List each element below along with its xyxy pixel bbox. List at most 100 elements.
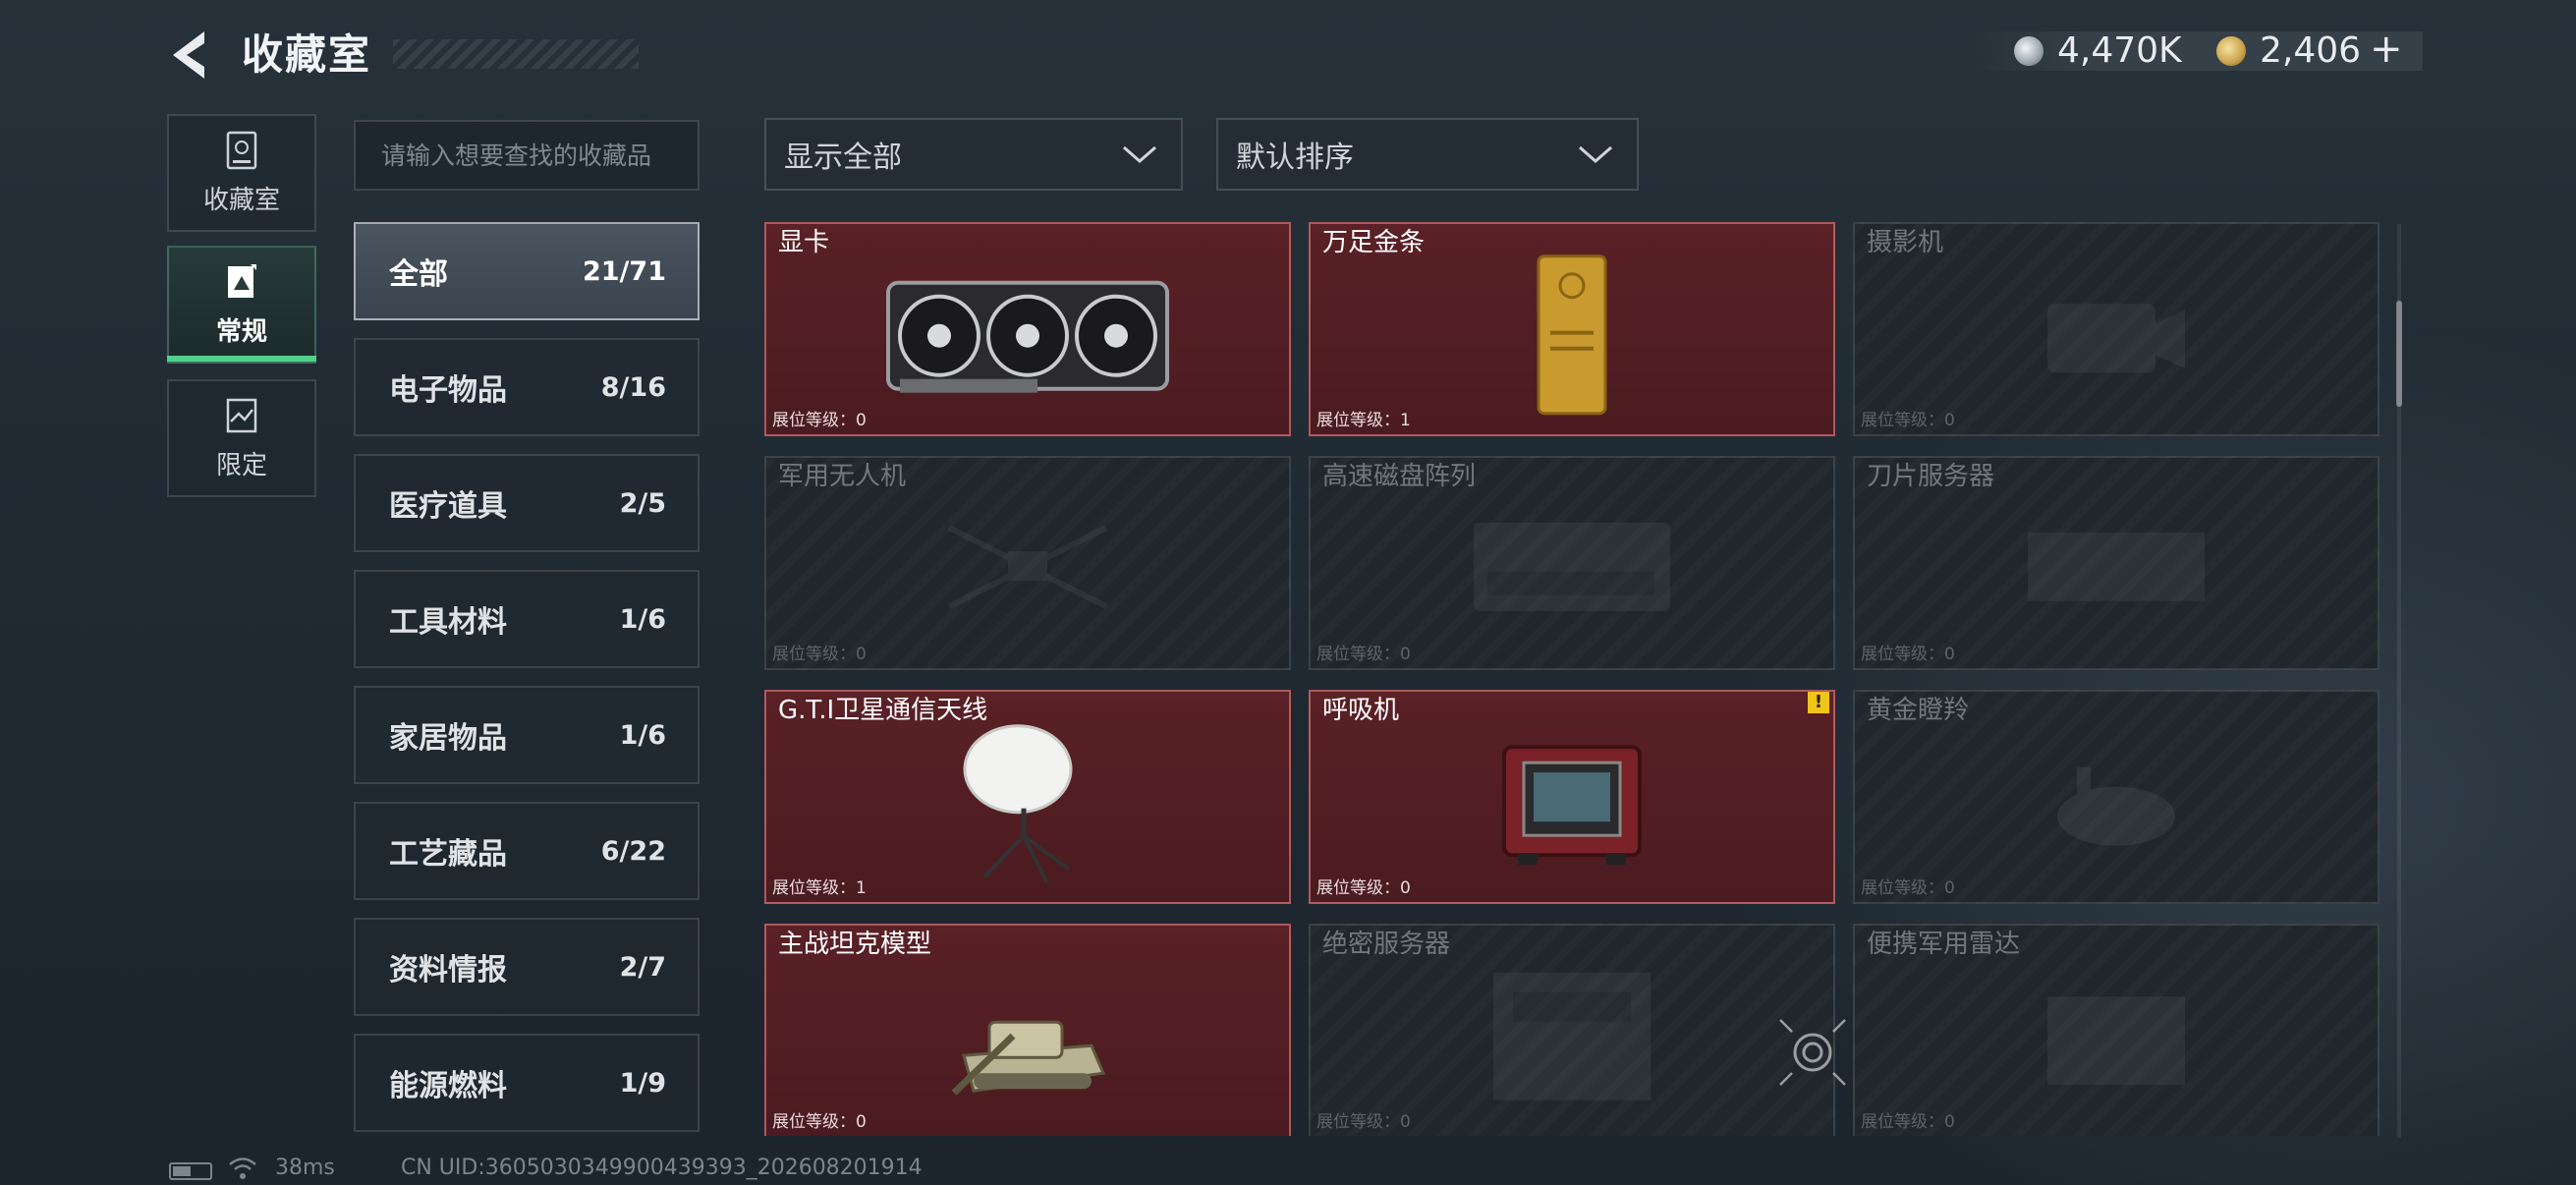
sort-dropdown[interactable]: 默认排序 (1216, 118, 1639, 191)
item-level: 展位等级：0 (1861, 409, 1955, 432)
chevron-down-icon (1579, 145, 1612, 163)
category-count: 6/22 (600, 835, 666, 867)
collection-item-card[interactable]: 显卡展位等级：0 (764, 222, 1291, 436)
item-level-label: 展位等级： (1861, 411, 1944, 430)
disk-array-image (1464, 513, 1680, 625)
item-level-label: 展位等级： (1861, 645, 1944, 664)
item-level-label: 展位等级： (1316, 645, 1400, 664)
item-level-value: 0 (856, 1112, 867, 1132)
item-level-value: 0 (1944, 1112, 1955, 1132)
chevron-down-icon (1123, 145, 1156, 163)
wifi-icon (229, 1157, 256, 1179)
regular-icon (228, 263, 256, 298)
category-name: 全部 (389, 257, 448, 292)
gold-coin-icon (2216, 36, 2246, 66)
title-decoration (393, 39, 639, 69)
gold-bar-image (1533, 253, 1611, 423)
side-tab-label: 限定 (215, 450, 267, 480)
item-name: 高速磁盘阵列 (1322, 462, 1477, 491)
category-item[interactable]: 资料情报 2/7 (354, 918, 700, 1016)
filter-dropdown[interactable]: 显示全部 (764, 118, 1183, 191)
category-item[interactable]: 工具材料 1/6 (354, 570, 700, 668)
category-item[interactable]: 电子物品 8/16 (354, 338, 700, 436)
category-count: 1/9 (619, 1067, 666, 1099)
collection-item-card[interactable]: 摄影机展位等级：0 (1853, 222, 2380, 436)
item-level-value: 0 (1400, 878, 1411, 898)
collection-item-card[interactable]: 呼吸机 展位等级：0! (1309, 690, 1835, 904)
category-count: 1/6 (619, 719, 666, 751)
item-name: G.T.I卫星通信天线 (778, 696, 988, 725)
item-level-label: 展位等级： (772, 878, 856, 898)
satellite-dish-image (959, 720, 1096, 891)
category-name: 工艺藏品 (389, 837, 507, 872)
collection-item-card[interactable]: 万足金条 展位等级：1 (1309, 222, 1835, 436)
item-level: 展位等级：1 (1316, 409, 1411, 432)
category-name: 医疗道具 (389, 489, 507, 524)
add-currency-button[interactable]: + (2370, 28, 2403, 71)
category-item[interactable]: 家居物品 1/6 (354, 686, 700, 784)
collection-item-card[interactable]: 高速磁盘阵列展位等级：0 (1309, 456, 1835, 670)
category-name: 资料情报 (389, 953, 507, 988)
scrollbar-thumb[interactable] (2396, 301, 2402, 407)
collection-item-card[interactable]: 军用无人机 展位等级：0 (764, 456, 1291, 670)
item-name: 摄影机 (1867, 228, 1944, 257)
item-level-label: 展位等级： (1316, 411, 1400, 430)
limited-icon (226, 398, 257, 432)
item-level: 展位等级：0 (1316, 876, 1411, 900)
collection-item-card[interactable]: 主战坦克模型展位等级：0 (764, 924, 1291, 1136)
floating-target-button[interactable] (1776, 1016, 1849, 1089)
server-image (1474, 963, 1670, 1114)
category-item[interactable]: 医疗道具 2/5 (354, 454, 700, 552)
item-name: 主战坦克模型 (778, 930, 932, 959)
category-item[interactable]: 能源燃料 1/9 (354, 1034, 700, 1132)
ventilator-image (1498, 733, 1646, 875)
side-tab-regular[interactable]: 常规 (167, 246, 316, 364)
item-level-value: 0 (1400, 1112, 1411, 1132)
item-name: 便携军用雷达 (1867, 930, 2021, 959)
user-uid: CN UID:3605030349900439393_202608201914 (401, 1156, 923, 1180)
item-level-value: 1 (856, 878, 867, 898)
collection-item-card[interactable]: 黄金瞪羚 展位等级：0 (1853, 690, 2380, 904)
item-level-value: 0 (1944, 411, 1955, 430)
item-name: 显卡 (778, 228, 830, 257)
side-tab-limited[interactable]: 限定 (167, 379, 316, 497)
collection-grid: 显卡 展位等级：0 万足金条 展位等级：1 摄影机 展位等级：0 军用无人机 展位等级：0 高速… (764, 222, 2385, 1136)
category-count: 2/7 (619, 951, 666, 983)
back-button[interactable] (165, 28, 224, 83)
item-name: 刀片服务器 (1867, 462, 1995, 491)
silver-coin-amount: 4,470K (2057, 30, 2182, 71)
item-level: 展位等级：0 (1316, 1110, 1411, 1134)
item-level: 展位等级：0 (1861, 876, 1955, 900)
item-level-label: 展位等级： (772, 1112, 856, 1132)
item-level-value: 1 (1400, 411, 1411, 430)
collection-item-card[interactable]: 刀片服务器展位等级：0 (1853, 456, 2380, 670)
drone-image (929, 508, 1126, 630)
collection-item-card[interactable]: 便携军用雷达 展位等级：0 (1853, 924, 2380, 1136)
item-level: 展位等级：0 (1316, 643, 1411, 666)
category-item[interactable]: 工艺藏品 6/22 (354, 802, 700, 900)
collection-item-card[interactable]: G.T.I卫星通信天线展位等级：1 (764, 690, 1291, 904)
back-arrow-icon (173, 31, 204, 79)
item-name: 军用无人机 (778, 462, 907, 491)
sort-dropdown-label: 默认排序 (1236, 141, 1354, 175)
item-level-label: 展位等级： (772, 411, 856, 430)
item-name: 绝密服务器 (1322, 930, 1451, 959)
category-count: 8/16 (600, 371, 666, 403)
item-level-label: 展位等级： (1316, 878, 1400, 898)
item-level-value: 0 (1400, 645, 1411, 664)
category-count: 1/6 (619, 603, 666, 635)
item-level-label: 展位等级： (1861, 878, 1944, 898)
tank-image (944, 967, 1111, 1108)
collection-item-card[interactable]: 绝密服务器展位等级：0 (1309, 924, 1835, 1136)
category-item[interactable]: 全部 21/71 (354, 222, 700, 320)
side-tab-collection-room[interactable]: 收藏室 (167, 114, 316, 232)
blade-server-image (2018, 513, 2214, 625)
item-level-label: 展位等级： (772, 645, 856, 664)
gazelle-image (2038, 738, 2195, 870)
battery-icon (169, 1162, 212, 1180)
side-tab-label: 收藏室 (202, 185, 280, 215)
search-input[interactable] (354, 120, 700, 191)
item-level-value: 0 (1944, 645, 1955, 664)
category-count: 2/5 (619, 487, 666, 519)
item-level-value: 0 (856, 411, 867, 430)
